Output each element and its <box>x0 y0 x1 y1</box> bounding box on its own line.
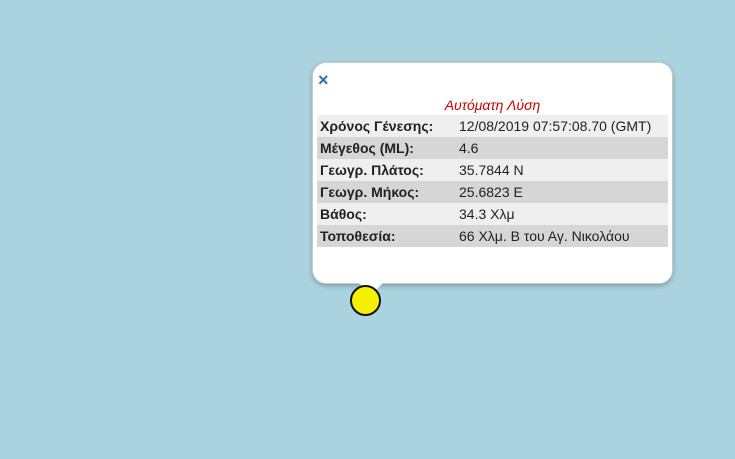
table-row: Γεωγρ. Πλάτος: 35.7844 N <box>317 159 668 181</box>
latitude-label: Γεωγρ. Πλάτος: <box>317 159 456 181</box>
location-label: Τοποθεσία: <box>317 225 456 247</box>
origin-time-value: 12/08/2019 07:57:08.70 (GMT) <box>456 115 668 137</box>
close-icon[interactable]: × <box>318 71 329 89</box>
earthquake-info-table: Χρόνος Γένεσης: 12/08/2019 07:57:08.70 (… <box>317 115 668 247</box>
table-row: Χρόνος Γένεσης: 12/08/2019 07:57:08.70 (… <box>317 115 668 137</box>
depth-label: Βάθος: <box>317 203 456 225</box>
origin-time-label: Χρόνος Γένεσης: <box>317 115 456 137</box>
longitude-label: Γεωγρ. Μήκος: <box>317 181 456 203</box>
table-row: Μέγεθος (ML): 4.6 <box>317 137 668 159</box>
table-row: Βάθος: 34.3 Χλμ <box>317 203 668 225</box>
longitude-value: 25.6823 E <box>456 181 668 203</box>
earthquake-info-popup: × Αυτόματη Λύση Χρόνος Γένεσης: 12/08/20… <box>312 62 673 295</box>
location-value: 66 Χλμ. Β του Αγ. Νικολάου <box>456 225 668 247</box>
magnitude-value: 4.6 <box>456 137 668 159</box>
popup-title: Αυτόματη Λύση <box>444 97 541 113</box>
latitude-value: 35.7844 N <box>456 159 668 181</box>
table-row: Γεωγρ. Μήκος: 25.6823 E <box>317 181 668 203</box>
table-row: Τοποθεσία: 66 Χλμ. Β του Αγ. Νικολάου <box>317 225 668 247</box>
earthquake-marker-icon[interactable] <box>350 285 381 316</box>
magnitude-label: Μέγεθος (ML): <box>317 137 456 159</box>
depth-value: 34.3 Χλμ <box>456 203 668 225</box>
